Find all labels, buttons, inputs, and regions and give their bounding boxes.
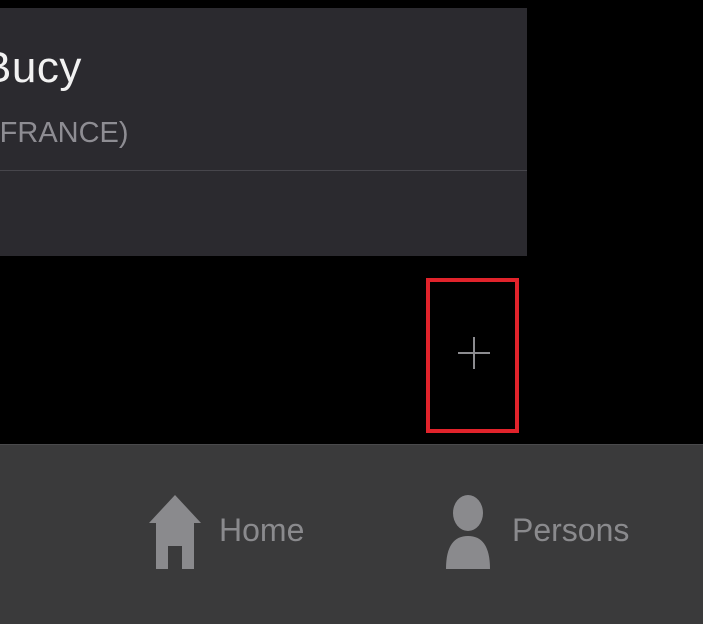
location-card[interactable]: Bucy (FRANCE): [0, 8, 528, 256]
tab-persons-label: Persons: [512, 512, 630, 548]
person-icon: [438, 485, 498, 575]
app-screen: Bucy (FRANCE) Home: [0, 0, 703, 624]
plus-icon: [458, 337, 490, 369]
right-empty-panel: [527, 8, 703, 444]
card-divider: [0, 170, 527, 171]
home-icon: [145, 485, 205, 575]
location-title: Bucy: [0, 43, 82, 92]
bottom-tab-bar: Home Persons: [0, 444, 703, 624]
tab-persons[interactable]: Persons: [438, 485, 629, 575]
add-button[interactable]: [426, 278, 519, 433]
tab-home[interactable]: Home: [145, 485, 304, 575]
location-subtitle: (FRANCE): [0, 117, 129, 149]
tab-home-label: Home: [219, 512, 305, 548]
